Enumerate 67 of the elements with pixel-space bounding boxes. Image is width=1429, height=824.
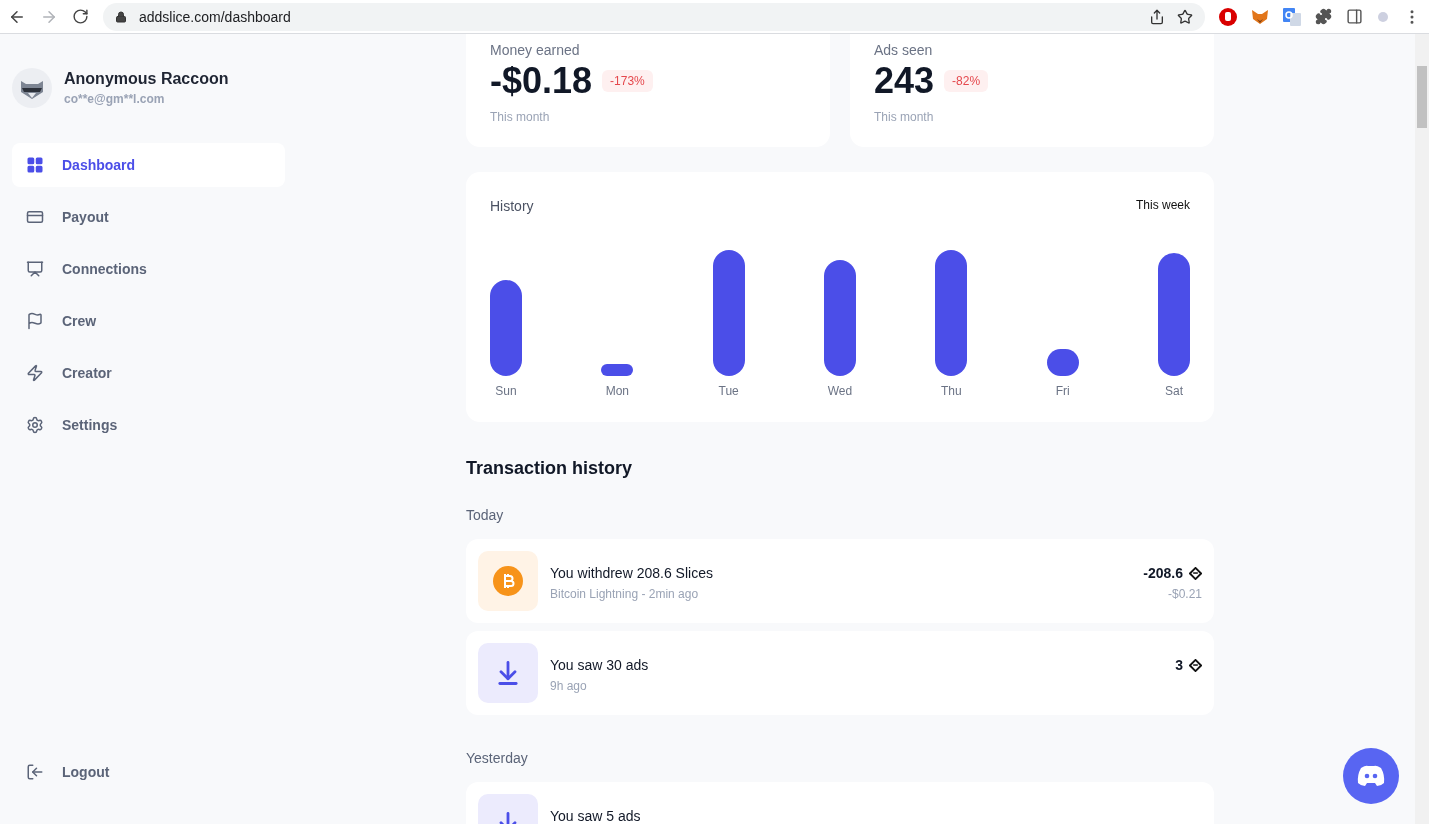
transaction-row[interactable]: You saw 30 ads 9h ago 3	[466, 631, 1214, 715]
extensions-icon[interactable]	[1315, 8, 1332, 25]
transaction-row[interactable]: You saw 5 ads	[466, 782, 1214, 824]
transaction-row[interactable]: You withdrew 208.6 Slices Bitcoin Lightning - 2min ago -208.6 -$0.21	[466, 539, 1214, 623]
sidebar-item[interactable]: Settings	[12, 403, 285, 447]
stat-value: -$0.18	[490, 60, 593, 102]
flag-icon	[26, 312, 44, 330]
stat-period: This month	[490, 110, 551, 124]
transaction-title: You saw 30 ads	[550, 657, 650, 673]
day-label: Sun	[495, 384, 517, 398]
transaction-title: You saw 5 ads	[550, 808, 642, 824]
day-label: Fri	[1055, 384, 1070, 398]
address-bar[interactable]: addslice.com/dashboard	[103, 2, 1205, 31]
day-label: Tue	[718, 384, 739, 398]
stat-value: 243	[874, 60, 935, 102]
logout-item[interactable]: Logout	[12, 750, 285, 794]
history-bar	[1046, 349, 1079, 376]
fox-icon[interactable]	[1251, 8, 1269, 25]
stop-hand-icon[interactable]	[1219, 7, 1237, 26]
day-label: Wed	[827, 384, 853, 398]
scrollbar[interactable]	[1415, 34, 1429, 824]
day-label: Thu	[940, 384, 962, 398]
logout-icon	[26, 763, 44, 781]
transaction-subtitle: 9h ago	[550, 679, 588, 693]
stat-label: Ads seen	[874, 42, 934, 58]
card-icon	[26, 208, 44, 226]
reload-button[interactable]	[72, 8, 89, 25]
transaction-amount: -208.6	[1143, 565, 1183, 581]
slice-coin-icon	[1189, 566, 1202, 580]
change-badge: -173%	[602, 70, 653, 92]
history-title: History	[490, 198, 534, 214]
day-label: Mon	[605, 384, 629, 398]
stat-label: Money earned	[490, 42, 581, 58]
monitor-icon	[26, 260, 44, 278]
group-label: Today	[466, 507, 505, 523]
user-name: Anonymous Raccoon	[64, 70, 229, 88]
day-label: Sat	[1164, 384, 1183, 398]
bitcoin-icon	[493, 566, 523, 596]
history-bar	[601, 364, 634, 376]
user-email: co**e@gm**l.com	[64, 92, 166, 106]
change-badge: -82%	[944, 70, 989, 92]
transaction-subtitle: Bitcoin Lightning - 2min ago	[550, 587, 700, 601]
transaction-title: You withdrew 208.6 Slices	[550, 565, 714, 581]
group-label: Yesterday	[466, 750, 529, 766]
lightning-icon	[26, 364, 44, 382]
settings-icon	[26, 416, 44, 434]
discord-button[interactable]	[1343, 748, 1399, 804]
lock-icon	[115, 10, 127, 23]
transaction-amount: 3	[1175, 657, 1183, 673]
fiat-amount: -$0.21	[1167, 587, 1202, 601]
translate-icon[interactable]	[1283, 7, 1301, 26]
sidebar-item[interactable]: Creator	[12, 351, 285, 395]
sidebar-item[interactable]: Dashboard	[12, 143, 285, 187]
side-panel-icon[interactable]	[1346, 8, 1363, 25]
url-text: addslice.com/dashboard	[139, 8, 292, 25]
grid-icon	[26, 156, 44, 174]
range-selector[interactable]: This week	[1135, 198, 1190, 214]
star-icon[interactable]	[1177, 8, 1193, 25]
raccoon-avatar	[12, 68, 52, 108]
sidebar-item[interactable]: Connections	[12, 247, 285, 291]
share-icon[interactable]	[1149, 8, 1165, 25]
slice-coin-icon	[1189, 658, 1202, 672]
sidebar-item[interactable]: Payout	[12, 195, 285, 239]
sidebar-item[interactable]: Crew	[12, 299, 285, 343]
section-title: Transaction history	[466, 458, 634, 479]
game-controller-icon	[1356, 765, 1386, 787]
stat-period: This month	[874, 110, 935, 124]
